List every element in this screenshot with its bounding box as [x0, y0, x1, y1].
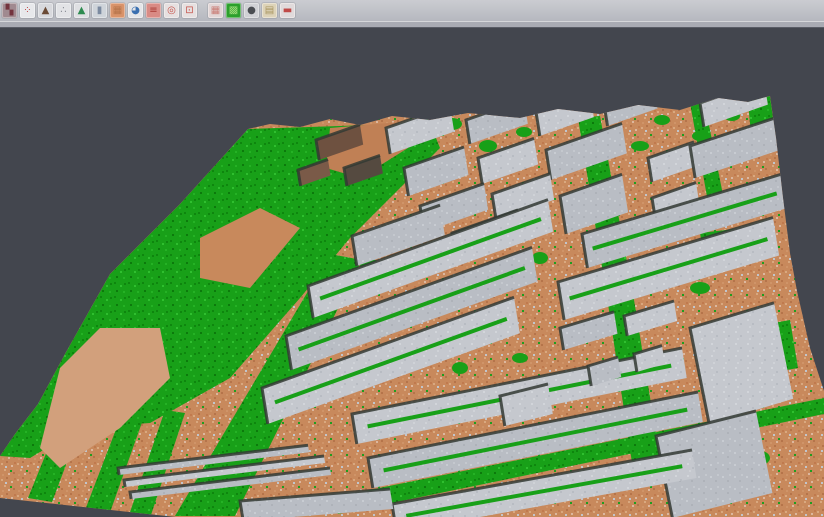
- ring-select-icon[interactable]: ◎: [164, 3, 179, 18]
- tree-blob: [654, 115, 670, 125]
- crop-box-icon[interactable]: ⊡: [182, 3, 197, 18]
- tree-blob: [532, 252, 548, 264]
- settings-icon[interactable]: ●: [244, 3, 259, 18]
- point-cloud-icon[interactable]: ▚: [2, 3, 17, 18]
- classification-map-icon[interactable]: ▩: [226, 3, 241, 18]
- toolbar: ▚⁘▲∴▲▮▦◕≡◎⊡▦▩●▤▬: [0, 0, 824, 22]
- column-view-icon[interactable]: ▮: [92, 3, 107, 18]
- terrain-mound-icon[interactable]: ▲: [38, 3, 53, 18]
- tree-blob: [690, 282, 710, 294]
- flag-icon[interactable]: ▬: [280, 3, 295, 18]
- palette-icon[interactable]: ▤: [262, 3, 277, 18]
- tree-blob: [452, 362, 468, 374]
- application-window: ▚⁘▲∴▲▮▦◕≡◎⊡▦▩●▤▬: [0, 0, 824, 517]
- sparse-points-icon[interactable]: ∴: [56, 3, 71, 18]
- grid-check-icon[interactable]: ▦: [208, 3, 223, 18]
- scene-svg: [0, 28, 824, 517]
- tree-blob: [479, 140, 497, 152]
- tree-blob: [516, 127, 532, 137]
- globe-icon[interactable]: ◕: [128, 3, 143, 18]
- tree-blob: [631, 141, 649, 151]
- 3d-viewport[interactable]: [0, 28, 824, 517]
- terrain-group: [0, 81, 824, 517]
- dem-surface-icon[interactable]: ▲: [74, 3, 89, 18]
- ortho-tile-icon[interactable]: ▦: [110, 3, 125, 18]
- scatter-points-icon[interactable]: ⁘: [20, 3, 35, 18]
- tree-blob: [512, 353, 528, 363]
- layers-icon[interactable]: ≡: [146, 3, 161, 18]
